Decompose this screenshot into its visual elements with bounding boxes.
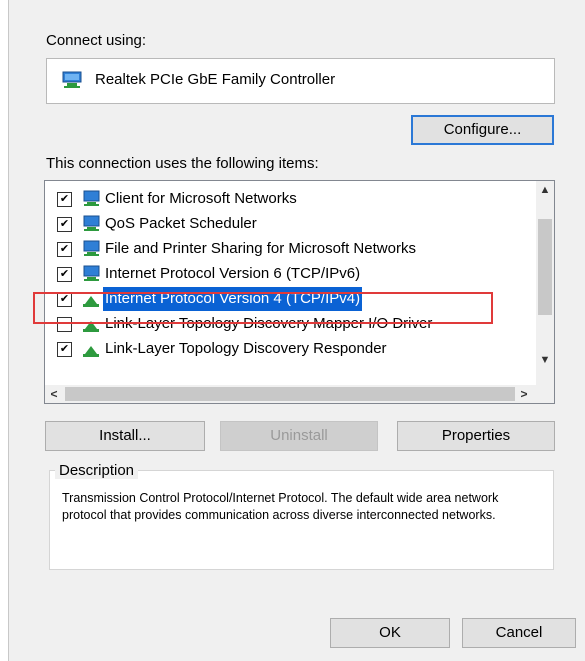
list-item-qos-packet-scheduler[interactable]: ✔ QoS Packet Scheduler <box>53 212 523 236</box>
network-client-icon <box>83 190 100 206</box>
uninstall-button[interactable]: Uninstall <box>220 421 378 451</box>
network-service-icon <box>83 240 100 256</box>
list-item-label: File and Printer Sharing for Microsoft N… <box>105 240 416 257</box>
network-adapter-icon <box>62 71 82 88</box>
adapter-field: Realtek PCIe GbE Family Controller <box>46 58 555 104</box>
checkbox[interactable]: ✔ <box>57 217 72 232</box>
adapter-name: Realtek PCIe GbE Family Controller <box>95 71 336 88</box>
list-item-label: Link-Layer Topology Discovery Responder <box>105 340 387 357</box>
description-title: Description <box>55 462 139 479</box>
window-left-edge <box>0 0 9 661</box>
vertical-scroll-thumb[interactable] <box>538 219 552 315</box>
connect-using-label: Connect using: <box>46 32 147 49</box>
horizontal-scroll-thumb[interactable] <box>65 387 515 401</box>
list-item-label: Internet Protocol Version 6 (TCP/IPv6) <box>105 265 361 282</box>
horizontal-scrollbar[interactable]: < > <box>45 385 554 403</box>
list-item-label: Client for Microsoft Networks <box>105 190 297 207</box>
checkbox[interactable]: ✔ <box>57 267 72 282</box>
checkbox[interactable]: ✔ <box>57 192 72 207</box>
scroll-left-icon[interactable]: < <box>45 385 63 403</box>
list-item-lltd-responder[interactable]: ✔ Link-Layer Topology Discovery Responde… <box>53 337 523 361</box>
checkbox[interactable]: ✔ <box>57 342 72 357</box>
vertical-scrollbar[interactable]: ▲ ▼ <box>536 181 554 386</box>
list-item-file-and-printer-sharing[interactable]: ✔ File and Printer Sharing for Microsoft… <box>53 237 523 261</box>
configure-button[interactable]: Configure... <box>411 115 554 145</box>
network-protocol-icon <box>83 265 100 281</box>
ok-button[interactable]: OK <box>330 618 450 648</box>
description-text: Transmission Control Protocol/Internet P… <box>62 491 499 522</box>
list-item-client-for-microsoft-networks[interactable]: ✔ Client for Microsoft Networks <box>53 187 523 211</box>
scroll-up-icon[interactable]: ▲ <box>536 181 554 199</box>
items-label: This connection uses the following items… <box>46 155 319 172</box>
scroll-right-icon[interactable]: > <box>515 385 533 403</box>
list-item-ipv6[interactable]: ✔ Internet Protocol Version 6 (TCP/IPv6) <box>53 262 523 286</box>
network-protocol-icon <box>83 346 99 357</box>
cancel-button[interactable]: Cancel <box>462 618 576 648</box>
highlight-annotation <box>33 292 493 324</box>
network-service-icon <box>83 215 100 231</box>
properties-button[interactable]: Properties <box>397 421 555 451</box>
checkbox[interactable]: ✔ <box>57 242 72 257</box>
install-button[interactable]: Install... <box>45 421 205 451</box>
list-item-label: QoS Packet Scheduler <box>105 215 257 232</box>
scroll-down-icon[interactable]: ▼ <box>536 351 554 369</box>
